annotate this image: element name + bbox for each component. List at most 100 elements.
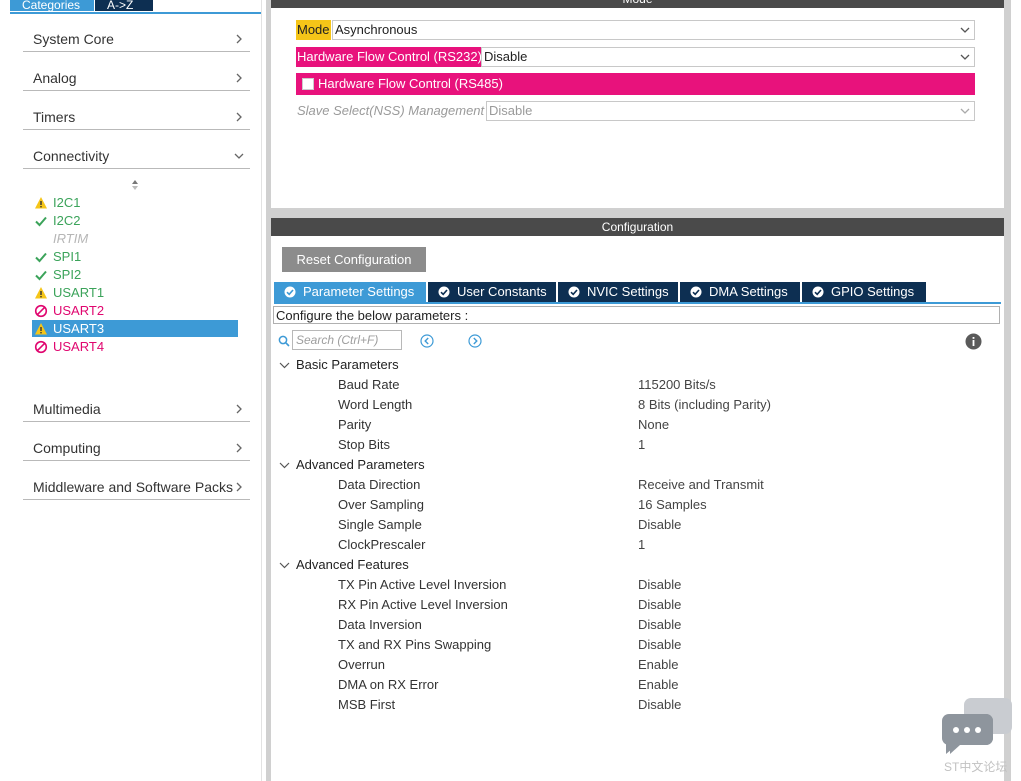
blocked-icon xyxy=(34,340,48,354)
tab-label: Parameter Settings xyxy=(303,284,415,299)
warning-icon xyxy=(35,323,47,335)
sort-icon[interactable] xyxy=(130,178,140,192)
watermark: ST中文论坛 xyxy=(944,760,1008,774)
peripheral-usart3[interactable]: USART3 xyxy=(32,320,238,337)
check-icon xyxy=(35,252,47,263)
category-label: Multimedia xyxy=(33,401,101,417)
peripheral-usart2[interactable]: USART2 xyxy=(32,302,238,319)
mode-label: Mode xyxy=(296,20,331,40)
search-input[interactable] xyxy=(292,330,402,350)
mode-select[interactable]: Asynchronous xyxy=(332,20,975,40)
tabs-underline xyxy=(274,302,1001,304)
tab-nvic-settings[interactable]: NVIC Settings xyxy=(558,282,678,302)
category-timers[interactable]: Timers xyxy=(23,103,250,130)
hfc-rs485-label: Hardware Flow Control (RS485) xyxy=(318,76,503,91)
param-name: TX and RX Pins Swapping xyxy=(338,637,492,652)
chevron-down-icon xyxy=(234,153,244,159)
param-value[interactable]: Disable xyxy=(638,635,681,655)
param-name: MSB First xyxy=(338,697,396,712)
hfc-rs232-value: Disable xyxy=(484,49,528,64)
tab-dma-settings[interactable]: DMA Settings xyxy=(680,282,800,302)
peripheral-name: USART2 xyxy=(53,303,105,318)
param-value[interactable]: Disable xyxy=(638,515,681,535)
category-connectivity[interactable]: Connectivity xyxy=(23,142,250,169)
category-system-core[interactable]: System Core xyxy=(23,25,250,52)
check-circle-icon xyxy=(438,286,450,298)
check-circle-icon xyxy=(284,286,296,298)
check-circle-icon xyxy=(812,286,824,298)
category-multimedia[interactable]: Multimedia xyxy=(23,395,250,422)
tab-parameter-settings[interactable]: Parameter Settings xyxy=(274,282,426,302)
param-name: RX Pin Active Level Inversion xyxy=(338,597,508,612)
category-analog[interactable]: Analog xyxy=(23,64,250,91)
tab-label: User Constants xyxy=(457,284,547,299)
param-name: Baud Rate xyxy=(338,377,400,392)
peripheral-usart4[interactable]: USART4 xyxy=(32,338,238,355)
check-icon xyxy=(35,270,47,281)
peripheral-spi2[interactable]: SPI2 xyxy=(32,266,238,283)
chevron-right-icon xyxy=(236,443,242,453)
peripheral-spi1[interactable]: SPI1 xyxy=(32,248,238,265)
info-icon[interactable] xyxy=(965,333,982,350)
param-value[interactable]: Enable xyxy=(638,675,678,695)
group-label: Basic Parameters xyxy=(296,357,399,372)
categories-panel: Categories A->Z System Core Analog Timer… xyxy=(10,0,262,781)
chevron-down-icon xyxy=(279,462,290,469)
peripheral-i2c1[interactable]: I2C1 xyxy=(32,194,238,211)
param-value[interactable]: Enable xyxy=(638,655,678,675)
hfc-rs485-checkbox[interactable] xyxy=(302,78,314,90)
hfc-rs232-label: Hardware Flow Control (RS232) xyxy=(296,47,483,67)
hfc-rs232-select[interactable]: Disable xyxy=(481,47,975,67)
search-icon xyxy=(278,335,290,347)
param-value[interactable]: 16 Samples xyxy=(638,495,707,515)
slave-select-select[interactable]: Disable xyxy=(486,101,975,121)
param-name: DMA on RX Error xyxy=(338,677,439,692)
param-value[interactable]: Receive and Transmit xyxy=(638,475,764,495)
param-value[interactable]: None xyxy=(638,415,669,435)
param-value[interactable]: 1 xyxy=(638,435,645,455)
chat-bubble-icon[interactable] xyxy=(942,698,1014,758)
param-name: Overrun xyxy=(338,657,385,672)
group-label: Advanced Parameters xyxy=(296,457,425,472)
reset-configuration-button[interactable]: Reset Configuration xyxy=(282,247,426,272)
peripheral-name: USART4 xyxy=(53,339,105,354)
param-value[interactable]: 1 xyxy=(638,535,645,555)
peripheral-name: I2C2 xyxy=(53,213,81,228)
param-name: Data Inversion xyxy=(338,617,422,632)
hfc-rs485-checkbox-row[interactable]: Hardware Flow Control (RS485) xyxy=(296,73,975,95)
chevron-down-icon xyxy=(960,108,970,114)
category-tabs-underline xyxy=(10,12,261,14)
tab-label: DMA Settings xyxy=(709,284,788,299)
category-label: System Core xyxy=(33,31,114,47)
category-label: Computing xyxy=(33,440,101,456)
param-value[interactable]: 8 Bits (including Parity) xyxy=(638,395,771,415)
chevron-down-icon xyxy=(279,362,290,369)
param-value[interactable]: 115200 Bits/s xyxy=(638,375,716,395)
tab-gpio-settings[interactable]: GPIO Settings xyxy=(802,282,926,302)
param-value[interactable]: Disable xyxy=(638,595,681,615)
param-value[interactable]: Disable xyxy=(638,575,681,595)
tab-categories[interactable]: Categories xyxy=(10,0,94,11)
param-value[interactable]: Disable xyxy=(638,695,681,715)
check-circle-icon xyxy=(690,286,702,298)
category-label: Middleware and Software Packs xyxy=(33,479,233,495)
slave-select-row: Slave Select(NSS) Management Disable xyxy=(296,101,975,121)
param-value[interactable]: Disable xyxy=(638,615,681,635)
previous-icon[interactable] xyxy=(420,334,434,348)
peripheral-i2c2[interactable]: I2C2 xyxy=(32,212,238,229)
tab-user-constants[interactable]: User Constants xyxy=(428,282,556,302)
configuration-area: Mode Mode Asynchronous Hardware Flow Con… xyxy=(266,0,1011,781)
category-computing[interactable]: Computing xyxy=(23,434,250,461)
chevron-right-icon xyxy=(236,73,242,83)
param-name: Data Direction xyxy=(338,477,421,492)
chevron-right-icon xyxy=(236,482,242,492)
peripheral-usart1[interactable]: USART1 xyxy=(32,284,238,301)
mode-row: Mode Asynchronous xyxy=(296,20,975,40)
peripheral-irtim[interactable]: IRTIM xyxy=(32,230,238,247)
param-name: Over Sampling xyxy=(338,497,424,512)
category-middleware[interactable]: Middleware and Software Packs xyxy=(23,473,250,500)
tab-a-to-z[interactable]: A->Z xyxy=(95,0,153,11)
configuration-panel: Reset Configuration Parameter Settings U… xyxy=(271,236,1004,781)
category-label: Analog xyxy=(33,70,77,86)
next-icon[interactable] xyxy=(468,334,482,348)
